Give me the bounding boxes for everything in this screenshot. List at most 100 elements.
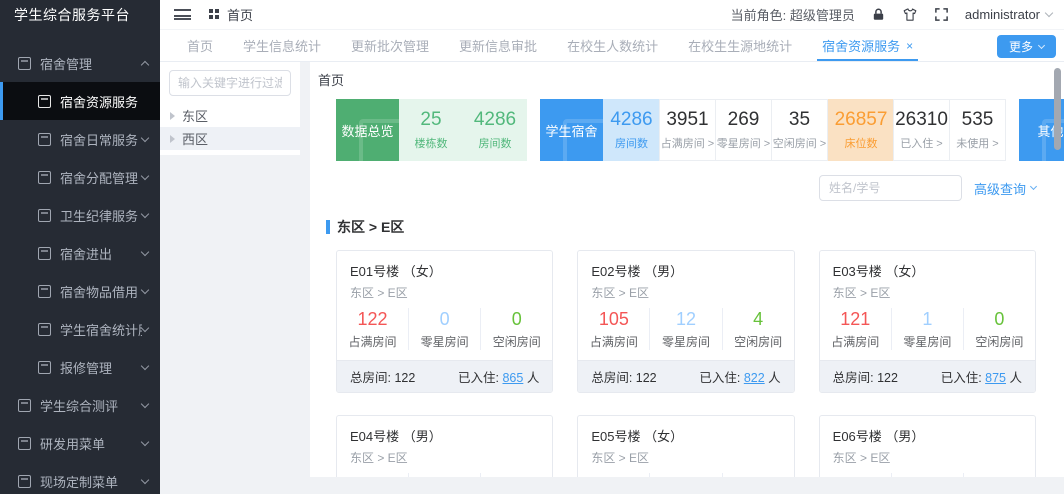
close-tab-icon[interactable] [906, 40, 913, 52]
stat-card-title[interactable]: 学生宿舍 [540, 99, 603, 161]
sidebar-item-dorm-manage[interactable]: 宿舍管理 [0, 44, 160, 82]
building-card[interactable]: E06号楼 （男）东区 > E区125占满房间8零星房间1空闲房间 [818, 415, 1036, 477]
lock-icon[interactable] [871, 7, 886, 22]
building-stat-value: 121 [840, 309, 871, 329]
theme-shirt-icon[interactable] [902, 7, 918, 22]
hamburger-menu-icon[interactable] [174, 9, 191, 20]
stat-cell[interactable]: 26310 已入住 > [893, 99, 950, 161]
sidebar-item-label: 宿舍管理 [40, 56, 93, 72]
stat-label: 楼栋数 [414, 138, 448, 150]
dorm-manage-icon [18, 56, 31, 70]
building-stat-value: 124 [578, 473, 649, 477]
section-accent-bar [326, 220, 330, 234]
stat-cell[interactable]: 25 楼栋数 [399, 99, 463, 161]
tab-label: 在校生生源地统计 [688, 39, 793, 54]
chevron-down-icon [140, 285, 150, 294]
building-stats: 123占满房间10零星房间2空闲房间 [337, 466, 552, 477]
sidebar-item-label: 研发用菜单 [40, 436, 106, 452]
tree-node-西区[interactable]: 西区 [160, 127, 300, 150]
stat-cell[interactable]: 269 零星房间 > [715, 99, 772, 161]
sidebar-item-student-evaluation[interactable]: 学生综合测评 [0, 386, 160, 424]
chevron-down-icon [140, 437, 150, 446]
item-borrow-icon [38, 284, 51, 298]
building-card-header: E05号楼 （女） 东区 > E区 [578, 416, 793, 466]
building-card[interactable]: E01号楼 （女） 东区 > E区 122 占满房间 0 零星房间 0 空闲房间 总房间: 12… [336, 250, 554, 393]
building-region: 东区 > E区 [832, 451, 891, 465]
sidebar-item-dorm-daily[interactable]: 宿舍日常服务 [0, 120, 160, 158]
tree-node-东区[interactable]: 东区 [160, 104, 300, 127]
stat-label: 已入住 > [900, 138, 943, 150]
building-stat: 0 零星房间 [408, 308, 480, 350]
sidebar-item-dorm-resource[interactable]: 宿舍资源服务 [0, 82, 160, 120]
sidebar-item-dorm-stats[interactable]: 学生宿舍统计服务 [0, 310, 160, 348]
building-card[interactable]: E03号楼 （女） 东区 > E区 121 占满房间 1 零星房间 0 空闲房间 总房间: 12… [818, 250, 1036, 393]
stat-value: 535 [961, 109, 994, 130]
occupant-count-link[interactable]: 875 [985, 371, 1006, 385]
topbar: 首页 当前角色: 超级管理员 administrator [160, 0, 1064, 30]
scrollbar-thumb[interactable] [1054, 68, 1061, 150]
building-stat-label: 零星房间 [420, 335, 469, 349]
stat-label: 零星房间 > [716, 138, 771, 150]
sidebar-item-repair-manage[interactable]: 报修管理 [0, 348, 160, 386]
section-title: 东区 > E区 [326, 217, 1064, 237]
stat-cell[interactable]: 4286 房间数 [603, 99, 660, 161]
more-button[interactable]: 更多 [996, 35, 1056, 58]
tab-更新信息审批[interactable]: 更新信息审批 [444, 30, 552, 61]
student-evaluation-icon [18, 398, 31, 412]
sidebar-item-dev-menu[interactable]: 研发用菜单 [0, 424, 160, 462]
stat-cells: 25 楼栋数 4286 房间数 [399, 99, 527, 161]
building-stat-value: 1 [922, 309, 933, 329]
tab-更新批次管理[interactable]: 更新批次管理 [336, 30, 444, 61]
stat-cell[interactable]: 4286 房间数 [463, 99, 527, 161]
tab-label: 学生信息统计 [243, 39, 322, 54]
current-role-label: 当前角色: 超级管理员 [730, 8, 855, 23]
building-card[interactable]: E02号楼 （男） 东区 > E区 105 占满房间 12 零星房间 4 空闲房间 总房间: 1… [577, 250, 795, 393]
custom-menu-icon [18, 474, 31, 488]
page-label: 首页 [318, 73, 345, 88]
person-suffix: 人 [523, 371, 540, 385]
sidebar-item-dorm-access[interactable]: 宿舍进出 [0, 234, 160, 272]
tab-首页[interactable]: 首页 [172, 30, 228, 61]
stat-card-title[interactable]: 数据总览 [336, 99, 399, 161]
sidebar-item-custom-menu[interactable]: 现场定制菜单 [0, 462, 160, 494]
stat-cell[interactable]: 26857 床位数 [828, 99, 894, 161]
region-tree-panel: 东区西区 [160, 62, 300, 155]
occupant-count-link[interactable]: 865 [502, 371, 523, 385]
building-stat-value: 8 [892, 473, 963, 477]
sidebar-item-hygiene-discipline[interactable]: 卫生纪律服务 [0, 196, 160, 234]
building-card[interactable]: E04号楼 （男）东区 > E区123占满房间10零星房间2空闲房间 [336, 415, 554, 477]
occupant-count-link[interactable]: 822 [744, 371, 765, 385]
tab-学生信息统计[interactable]: 学生信息统计 [228, 30, 336, 61]
building-stat-label: 空闲房间 [975, 335, 1024, 349]
repair-manage-icon [38, 360, 51, 374]
tree-filter-input[interactable] [169, 70, 291, 96]
grid-icon [209, 9, 220, 20]
total-rooms: 总房间: 122 [591, 371, 657, 385]
building-stats: 125占满房间8零星房间1空闲房间 [820, 466, 1035, 477]
occupant-prefix: 已入住: [699, 371, 744, 385]
app-root: 学生综合服务平台 宿舍管理 宿舍资源服务 宿舍日常服务 宿舍分配管理 卫生纪律服务 宿舍进… [0, 0, 1064, 494]
stat-cell[interactable]: 35 空闲房间 > [771, 99, 828, 161]
building-stat-value: 0 [994, 309, 1005, 329]
building-card-header: E03号楼 （女） 东区 > E区 [820, 251, 1035, 301]
tab-在校生生源地统计[interactable]: 在校生生源地统计 [673, 30, 807, 61]
tab-宿舍资源服务[interactable]: 宿舍资源服务 [807, 30, 928, 61]
building-stat: 8零星房间 [890, 473, 963, 477]
tab-在校生人数统计[interactable]: 在校生人数统计 [552, 30, 673, 61]
advanced-search-link[interactable]: 高级查询 [974, 179, 1038, 198]
sidebar-item-item-borrow[interactable]: 宿舍物品借用 [0, 272, 160, 310]
stat-cell[interactable]: 535 未使用 > [949, 99, 1006, 161]
sidebar-item-label: 报修管理 [60, 360, 113, 376]
dorm-resource-icon [38, 94, 51, 108]
stat-value: 26857 [834, 109, 888, 130]
breadcrumb[interactable]: 首页 [227, 5, 253, 24]
fullscreen-icon[interactable] [934, 7, 949, 22]
stat-label: 房间数 [615, 138, 648, 150]
name-search-input[interactable] [818, 175, 962, 201]
building-card-footer: 总房间: 122 已入住: 875 人 [819, 360, 1035, 392]
stat-cell[interactable]: 3951 占满房间 > [659, 99, 716, 161]
sidebar-item-dorm-assign[interactable]: 宿舍分配管理 [0, 158, 160, 196]
building-card[interactable]: E05号楼 （女）东区 > E区124占满房间10零星房间1空闲房间 [577, 415, 795, 477]
chevron-down-icon [140, 361, 150, 370]
user-menu[interactable]: administrator [965, 7, 1054, 22]
